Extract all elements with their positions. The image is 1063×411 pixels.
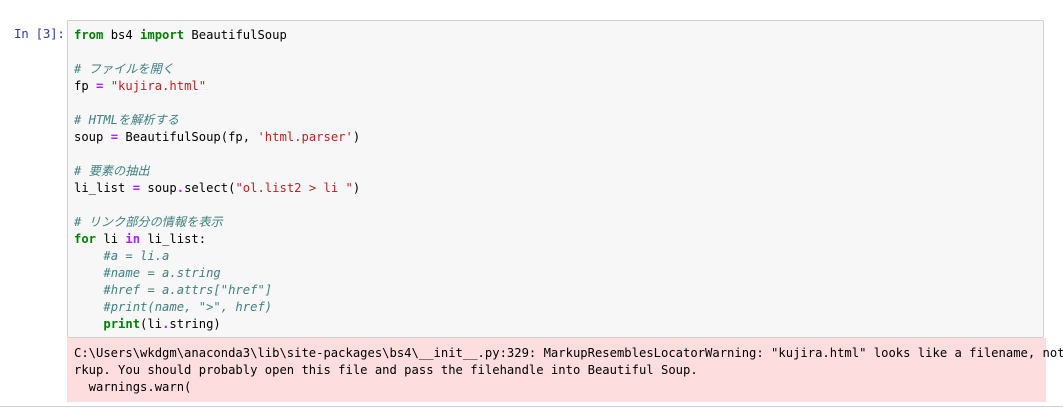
code-token-name: BeautifulSoup: [184, 28, 287, 42]
code-token-comment: # ファイルを開く: [74, 62, 174, 76]
code-line: for li in li_list:: [74, 231, 360, 248]
code-token-name: ): [352, 181, 361, 195]
code-line: #name = a.string: [74, 265, 360, 282]
code-token-kw: print: [103, 317, 141, 331]
code-token-comment: #name = a.string: [103, 266, 221, 280]
output-line: C:\Users\wkdgm\anaconda3\lib\site-packag…: [74, 346, 1063, 360]
code-token-comment: #href = a.attrs["href"]: [103, 283, 273, 297]
code-token-str: "ol.list2 > li ": [235, 181, 353, 195]
code-token-kw: for: [74, 232, 97, 246]
code-token-comment: #print(name, ">", href): [103, 300, 273, 314]
input-prompt: In [3]:: [14, 26, 65, 41]
code-line: # ファイルを開く: [74, 61, 360, 78]
code-token-op: =: [110, 130, 119, 144]
code-token-name: li_list: [74, 181, 133, 195]
code-line: soup = BeautifulSoup(fp, 'html.parser'): [74, 129, 360, 146]
code-token-name: fp: [74, 79, 97, 93]
code-token-name: [74, 283, 103, 297]
code-token-str: "kujira.html": [110, 79, 207, 93]
code-token-name: bs4: [103, 28, 141, 42]
code-token-comment: # 要素の抽出: [74, 164, 150, 178]
cell-divider: [0, 406, 1063, 407]
code-token-kw: import: [140, 28, 185, 42]
code-line: print(li.string): [74, 316, 360, 333]
code-token-name: soup: [74, 130, 111, 144]
code-editor[interactable]: from bs4 import BeautifulSoup # ファイルを開く f…: [67, 20, 1044, 338]
code-token-op: in: [125, 232, 141, 246]
code-token-comment: # リンク部分の情報を表示: [74, 215, 223, 229]
code-token-name: li_list:: [140, 232, 207, 246]
code-token-name: [103, 79, 110, 93]
code-line: from bs4 import BeautifulSoup: [74, 27, 360, 44]
code-token-name: (li: [140, 317, 163, 331]
code-token-name: li: [96, 232, 126, 246]
code-line: # 要素の抽出: [74, 163, 360, 180]
code-line: fp = "kujira.html": [74, 78, 360, 95]
code-token-comment: #a = li.a: [103, 249, 170, 263]
code-token-comment: # HTMLを解析する: [74, 113, 179, 127]
code-token-str: 'html.parser': [257, 130, 353, 144]
output-line: warnings.warn(: [74, 380, 192, 394]
code-token-name: soup: [140, 181, 177, 195]
code-token-kw: from: [74, 28, 104, 42]
code-line: li_list = soup.select("ol.list2 > li "): [74, 180, 360, 197]
code-line: #href = a.attrs["href"]: [74, 282, 360, 299]
code-token-name: select(: [184, 181, 236, 195]
code-token-op: .: [176, 181, 185, 195]
notebook-code-cell[interactable]: In [3]: from bs4 import BeautifulSoup # …: [0, 0, 1063, 411]
code-line: # HTMLを解析する: [74, 112, 360, 129]
code-token-name: ): [352, 130, 361, 144]
stderr-output: C:\Users\wkdgm\anaconda3\lib\site-packag…: [67, 338, 1063, 402]
code-token-name: [74, 249, 103, 263]
code-token-name: [74, 266, 103, 280]
code-token-op: =: [132, 181, 141, 195]
code-token-name: [74, 317, 103, 331]
code-line: # リンク部分の情報を表示: [74, 214, 360, 231]
output-text-block: C:\Users\wkdgm\anaconda3\lib\site-packag…: [74, 345, 1063, 396]
code-token-name: [74, 300, 103, 314]
code-token-name: BeautifulSoup(fp,: [118, 130, 258, 144]
code-block[interactable]: from bs4 import BeautifulSoup # ファイルを開く f…: [74, 27, 360, 333]
code-line: #a = li.a: [74, 248, 360, 265]
output-line: rkup. You should probably open this file…: [74, 363, 698, 377]
code-token-name: string): [169, 317, 221, 331]
code-line: #print(name, ">", href): [74, 299, 360, 316]
